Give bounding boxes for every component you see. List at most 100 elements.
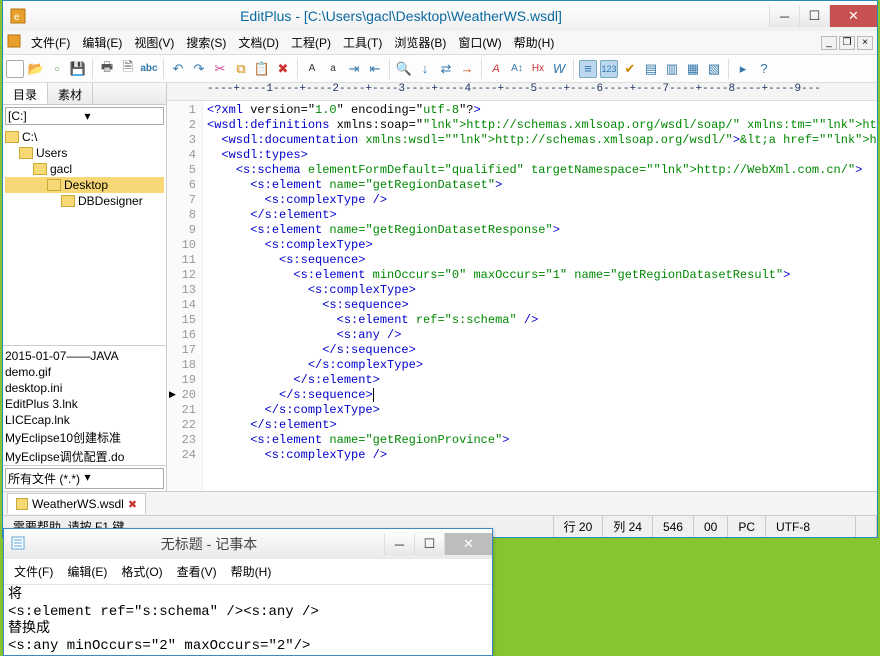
line-gutter: 12345678910111213141516171819▶2021222324 bbox=[167, 101, 203, 491]
mdi-min-button[interactable]: _ bbox=[821, 36, 837, 50]
redo-icon[interactable]: ↷ bbox=[190, 60, 208, 78]
np-menu-file[interactable]: 文件(F) bbox=[8, 561, 59, 582]
file-item[interactable]: demo.gif bbox=[5, 364, 164, 380]
file-list[interactable]: 2015-01-07——JAVAdemo.gifdesktop.iniEditP… bbox=[3, 346, 166, 466]
undo-icon[interactable]: ↶ bbox=[169, 60, 187, 78]
np-close-button[interactable]: ✕ bbox=[444, 533, 492, 555]
np-menu-edit[interactable]: 编辑(E) bbox=[61, 561, 113, 582]
mdi-close-button[interactable]: × bbox=[857, 36, 873, 50]
status-enc: UTF-8 bbox=[766, 516, 856, 537]
help-icon[interactable]: ? bbox=[755, 60, 773, 78]
chevron-down-icon: ▾ bbox=[85, 470, 162, 487]
file-item[interactable]: desktop.ini bbox=[5, 380, 164, 396]
close-button[interactable]: ✕ bbox=[829, 5, 877, 27]
panel1-icon[interactable]: ▤ bbox=[642, 60, 660, 78]
notepad-window: 无标题 - 记事本 ─ ☐ ✕ 文件(F) 编辑(E) 格式(O) 查看(V) … bbox=[3, 528, 493, 656]
close-icon[interactable]: ✖ bbox=[128, 498, 137, 511]
folder-icon bbox=[47, 179, 61, 191]
mdi-restore-button[interactable]: ❐ bbox=[839, 36, 855, 50]
app-small-icon bbox=[7, 34, 21, 51]
notepad-menubar: 文件(F) 编辑(E) 格式(O) 查看(V) 帮助(H) bbox=[4, 559, 492, 585]
hex-icon[interactable]: Hx bbox=[529, 60, 547, 78]
indent-icon[interactable]: ⇥ bbox=[345, 60, 363, 78]
status-col: 列 24 bbox=[603, 516, 653, 537]
ucase-icon[interactable]: A bbox=[303, 60, 321, 78]
status-mode2: PC bbox=[728, 516, 766, 537]
file-item[interactable]: LICEcap.lnk bbox=[5, 412, 164, 428]
new-icon[interactable]: ▫ bbox=[6, 60, 24, 78]
check-icon[interactable]: ✔ bbox=[621, 60, 639, 78]
menu-tools[interactable]: 工具(T) bbox=[337, 32, 388, 53]
print-icon[interactable]: 🖶 bbox=[98, 60, 116, 78]
tree-item[interactable]: DBDesigner bbox=[5, 193, 164, 209]
file-item[interactable]: EditPlus 3.lnk bbox=[5, 396, 164, 412]
preview-icon[interactable]: 🗎 bbox=[119, 60, 137, 78]
menu-view[interactable]: 视图(V) bbox=[128, 32, 180, 53]
tree-item[interactable]: gacl bbox=[5, 161, 164, 177]
font-icon[interactable]: A↕ bbox=[508, 60, 526, 78]
notepad-icon bbox=[10, 535, 28, 553]
titlebar[interactable]: e EditPlus - [C:\Users\gacl\Desktop\Weat… bbox=[3, 1, 877, 31]
tree-item[interactable]: Desktop bbox=[5, 177, 164, 193]
menu-doc[interactable]: 文档(D) bbox=[232, 32, 285, 53]
web-icon[interactable]: W bbox=[550, 60, 568, 78]
maximize-button[interactable]: ☐ bbox=[799, 5, 829, 27]
np-menu-format[interactable]: 格式(O) bbox=[115, 561, 168, 582]
panel2-icon[interactable]: ▥ bbox=[663, 60, 681, 78]
doc-tab-weatherws[interactable]: WeatherWS.wsdl ✖ bbox=[7, 493, 146, 514]
cut-icon[interactable]: ✂ bbox=[211, 60, 229, 78]
minimize-button[interactable]: ─ bbox=[769, 5, 799, 27]
color-icon[interactable]: A bbox=[487, 60, 505, 78]
np-menu-help[interactable]: 帮助(H) bbox=[225, 561, 278, 582]
drive-select[interactable]: [C:]▾ bbox=[5, 107, 164, 125]
lcase-icon[interactable]: a bbox=[324, 60, 342, 78]
file-filter[interactable]: 所有文件 (*.*)▾ bbox=[5, 468, 164, 489]
folder-icon bbox=[5, 131, 19, 143]
wrap-icon[interactable]: ≡ bbox=[579, 60, 597, 78]
folder-icon bbox=[33, 163, 47, 175]
file-item[interactable]: MyEclipse10创建标准 bbox=[5, 428, 164, 447]
menubar: 文件(F) 编辑(E) 视图(V) 搜索(S) 文档(D) 工程(P) 工具(T… bbox=[3, 31, 877, 55]
tree-item[interactable]: Users bbox=[5, 145, 164, 161]
panel4-icon[interactable]: ▧ bbox=[705, 60, 723, 78]
status-total: 546 bbox=[653, 516, 694, 537]
notepad-title: 无标题 - 记事本 bbox=[34, 534, 384, 554]
tree-item[interactable]: C:\ bbox=[5, 129, 164, 145]
replace-icon[interactable]: ⇄ bbox=[437, 60, 455, 78]
status-line: 行 20 bbox=[554, 516, 604, 537]
menu-window[interactable]: 窗口(W) bbox=[452, 32, 507, 53]
find-icon[interactable]: 🔍 bbox=[395, 60, 413, 78]
tool-icon[interactable]: ▸ bbox=[734, 60, 752, 78]
copy-icon[interactable]: ⧉ bbox=[232, 60, 250, 78]
np-menu-view[interactable]: 查看(V) bbox=[171, 561, 223, 582]
paste-icon[interactable]: 📋 bbox=[253, 60, 271, 78]
tab-directory[interactable]: 目录 bbox=[3, 83, 48, 104]
outdent-icon[interactable]: ⇤ bbox=[366, 60, 384, 78]
status-mode1: 00 bbox=[694, 516, 728, 537]
goto-icon[interactable]: → bbox=[458, 60, 476, 78]
np-minimize-button[interactable]: ─ bbox=[384, 533, 414, 555]
ruler: ----+----1----+----2----+----3----+----4… bbox=[167, 83, 877, 101]
menu-edit[interactable]: 编辑(E) bbox=[76, 32, 128, 53]
linenum-icon[interactable]: 123 bbox=[600, 60, 618, 78]
code-body[interactable]: <?xml version="1.0" encoding="utf-8"?> <… bbox=[203, 101, 877, 491]
spell-icon[interactable]: abc bbox=[140, 60, 158, 78]
notepad-body[interactable]: 将 <s:element ref="s:schema" /><s:any /> … bbox=[4, 585, 492, 655]
folder-tree[interactable]: C:\UsersgaclDesktopDBDesigner bbox=[3, 127, 166, 346]
save-icon[interactable]: 💾 bbox=[69, 60, 87, 78]
menu-file[interactable]: 文件(F) bbox=[25, 32, 76, 53]
findnext-icon[interactable]: ↓ bbox=[416, 60, 434, 78]
new2-icon[interactable]: ▫ bbox=[48, 60, 66, 78]
panel3-icon[interactable]: ▦ bbox=[684, 60, 702, 78]
menu-project[interactable]: 工程(P) bbox=[285, 32, 337, 53]
open-icon[interactable]: 📂 bbox=[27, 60, 45, 78]
menu-search[interactable]: 搜索(S) bbox=[180, 32, 232, 53]
file-item[interactable]: 2015-01-07——JAVA bbox=[5, 348, 164, 364]
delete-icon[interactable]: ✖ bbox=[274, 60, 292, 78]
chevron-down-icon: ▾ bbox=[85, 109, 162, 123]
np-maximize-button[interactable]: ☐ bbox=[414, 533, 444, 555]
menu-browser[interactable]: 浏览器(B) bbox=[388, 32, 452, 53]
menu-help[interactable]: 帮助(H) bbox=[508, 32, 561, 53]
tab-material[interactable]: 素材 bbox=[48, 83, 93, 104]
file-item[interactable]: MyEclipse调优配置.do bbox=[5, 447, 164, 466]
